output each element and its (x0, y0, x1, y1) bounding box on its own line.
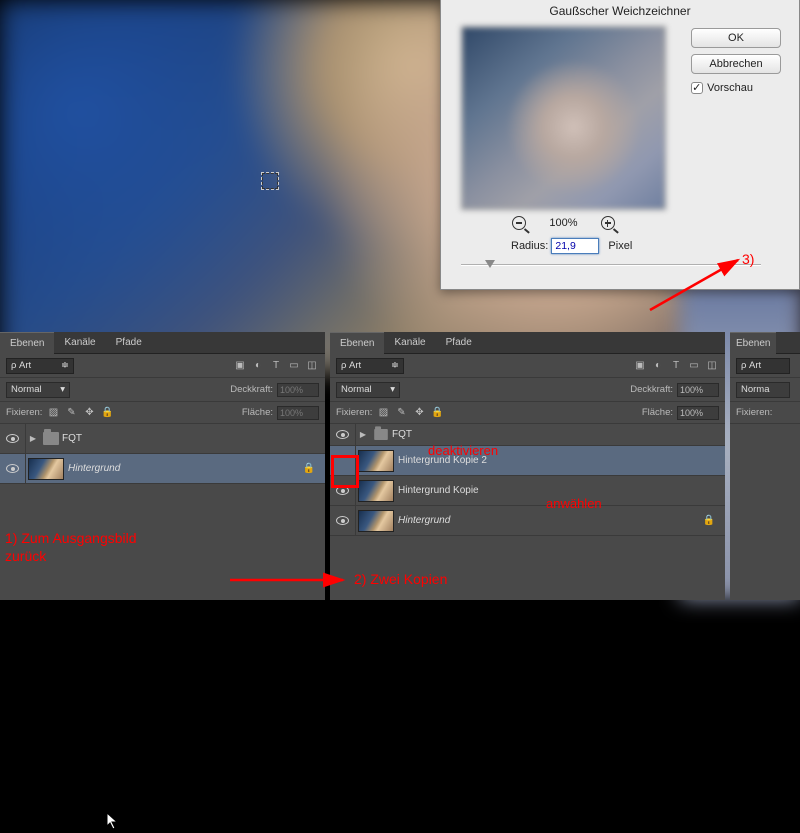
visibility-icon[interactable] (336, 516, 349, 525)
layers-panel-2: Ebenen Kanäle Pfade ρ Art≑ ▣ ◐ T ▭ ◫ Nor… (330, 332, 725, 600)
layer-name[interactable]: Hintergrund Kopie (398, 485, 479, 496)
filter-type-icon[interactable]: T (669, 360, 683, 372)
layer-kind-filter[interactable]: ρ Art≑ (6, 358, 74, 374)
lock-label: Fixieren: (336, 407, 372, 418)
dialog-preview[interactable] (461, 26, 666, 210)
tab-layers[interactable]: Ebenen (0, 332, 54, 354)
visibility-icon[interactable] (6, 434, 19, 443)
fill-value[interactable]: 100% (277, 406, 319, 420)
filter-smart-icon[interactable]: ◫ (705, 360, 719, 372)
tab-channels[interactable]: Kanäle (384, 332, 435, 354)
layer-name[interactable]: Hintergrund (68, 463, 120, 474)
layer-list: ▶ FQT Hintergrund Kopie 2 Hintergrund Ko… (330, 424, 725, 536)
layer-thumbnail (358, 450, 394, 472)
filter-shape-icon[interactable]: ▭ (287, 360, 301, 372)
marquee-selection (261, 172, 279, 190)
visibility-icon[interactable] (6, 464, 19, 473)
lock-indicator-icon: 🔒 (303, 463, 315, 474)
disclosure-icon[interactable]: ▶ (356, 430, 370, 439)
layer-name[interactable]: FQT (392, 429, 412, 440)
cancel-button[interactable]: Abbrechen (691, 54, 781, 74)
radius-input[interactable]: 21,9 (551, 238, 599, 254)
opacity-label: Deckkraft: (230, 384, 273, 395)
preview-checkbox-row: Vorschau (691, 82, 753, 94)
radius-unit: Pixel (608, 240, 632, 252)
filter-smart-icon[interactable]: ◫ (305, 360, 319, 372)
layer-name[interactable]: Hintergrund Kopie 2 (398, 455, 487, 466)
layer-row[interactable]: Hintergrund 🔒 (0, 454, 325, 484)
dialog-title: Gaußscher Weichzeichner (441, 4, 799, 18)
layer-row[interactable]: Hintergrund Kopie (330, 476, 725, 506)
lock-all-icon[interactable]: 🔒 (430, 407, 444, 419)
layer-row[interactable]: ▶ FQT (0, 424, 325, 454)
slider-thumb[interactable] (485, 260, 495, 268)
filter-adjust-icon[interactable]: ◐ (251, 360, 265, 372)
layer-kind-filter[interactable]: ρ Art≑ (336, 358, 404, 374)
folder-icon (43, 432, 59, 445)
layers-panel-3: Ebenen ρ Art Norma Fixieren: (730, 332, 800, 600)
layers-panel-1: Ebenen Kanäle Pfade ρ Art≑ ▣ ◐ T ▭ ◫ Nor… (0, 332, 325, 600)
folder-icon (374, 429, 388, 440)
preview-checkbox-label: Vorschau (707, 82, 753, 94)
annotation-highlight-box (331, 455, 359, 488)
layer-row[interactable]: ▶ FQT (330, 424, 725, 446)
fill-label: Fläche: (642, 407, 673, 418)
fill-label: Fläche: (242, 407, 273, 418)
layer-thumbnail (358, 480, 394, 502)
filter-pixel-icon[interactable]: ▣ (233, 360, 247, 372)
opacity-value[interactable]: 100% (677, 383, 719, 397)
lock-all-icon[interactable]: 🔒 (100, 407, 114, 419)
preview-checkbox[interactable] (691, 82, 703, 94)
lock-transparent-icon[interactable]: ▨ (376, 407, 390, 419)
layer-thumbnail (358, 510, 394, 532)
layer-row[interactable]: Hintergrund Kopie 2 (330, 446, 725, 476)
zoom-percent: 100% (549, 217, 577, 229)
radius-label: Radius: (511, 240, 548, 252)
panel-tabs: Ebenen Kanäle Pfade (0, 332, 325, 354)
lock-transparent-icon[interactable]: ▨ (46, 407, 60, 419)
blend-mode-select[interactable]: Normal▾ (336, 382, 400, 398)
lock-indicator-icon: 🔒 (703, 515, 715, 526)
filter-adjust-icon[interactable]: ◐ (651, 360, 665, 372)
panel-tabs: Ebenen Kanäle Pfade (330, 332, 725, 354)
tab-channels[interactable]: Kanäle (54, 332, 105, 354)
lock-pixels-icon[interactable]: ✎ (64, 407, 78, 419)
zoom-out-icon[interactable] (512, 216, 526, 230)
layer-thumbnail (28, 458, 64, 480)
tab-paths[interactable]: Pfade (106, 332, 152, 354)
layer-name[interactable]: FQT (62, 433, 82, 444)
tab-paths[interactable]: Pfade (436, 332, 482, 354)
cursor-icon (106, 812, 120, 830)
ok-button[interactable]: OK (691, 28, 781, 48)
lock-pixels-icon[interactable]: ✎ (394, 407, 408, 419)
opacity-value[interactable]: 100% (277, 383, 319, 397)
layer-kind-filter[interactable]: ρ Art (736, 358, 790, 374)
blend-mode-select[interactable]: Norma (736, 382, 790, 398)
lock-position-icon[interactable]: ✥ (412, 407, 426, 419)
filter-pixel-icon[interactable]: ▣ (633, 360, 647, 372)
radius-slider[interactable] (461, 258, 761, 272)
layer-row[interactable]: Hintergrund 🔒 (330, 506, 725, 536)
zoom-in-icon[interactable] (601, 216, 615, 230)
opacity-label: Deckkraft: (630, 384, 673, 395)
radius-row: Radius: 21,9 Pixel (511, 238, 632, 254)
layer-name[interactable]: Hintergrund (398, 515, 450, 526)
layer-list: ▶ FQT Hintergrund 🔒 (0, 424, 325, 484)
lock-position-icon[interactable]: ✥ (82, 407, 96, 419)
gaussian-blur-dialog: Gaußscher Weichzeichner 100% Radius: 21,… (440, 0, 800, 290)
lock-label: Fixieren: (6, 407, 42, 418)
visibility-icon[interactable] (336, 430, 349, 439)
tab-layers[interactable]: Ebenen (330, 332, 384, 354)
tab-layers[interactable]: Ebenen (730, 332, 776, 354)
filter-shape-icon[interactable]: ▭ (687, 360, 701, 372)
zoom-controls: 100% (461, 216, 666, 230)
disclosure-icon[interactable]: ▶ (26, 434, 40, 443)
filter-type-icon[interactable]: T (269, 360, 283, 372)
fill-value[interactable]: 100% (677, 406, 719, 420)
blend-mode-select[interactable]: Normal▾ (6, 382, 70, 398)
